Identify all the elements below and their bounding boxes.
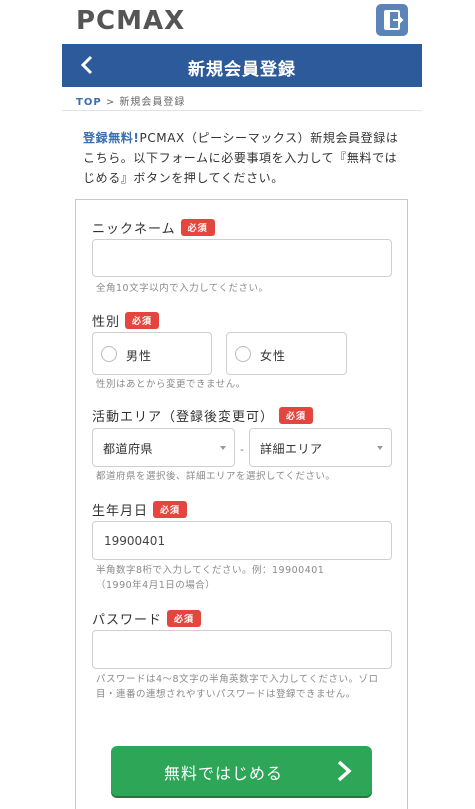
- gender-option-male[interactable]: 男性: [92, 332, 212, 375]
- radio-circle-icon[interactable]: [101, 346, 117, 362]
- required-badge: 必須: [167, 610, 202, 627]
- chevron-down-icon: [220, 446, 226, 450]
- gender-hint: 性別はあとから変更できません。: [96, 379, 246, 390]
- breadcrumb-separator: >: [105, 97, 116, 108]
- password-label-row: パスワード 必須: [92, 609, 202, 628]
- gender-female-label: 女性: [260, 349, 287, 363]
- birthday-label-row: 生年月日 必須: [92, 500, 188, 519]
- start-free-button-label: 無料ではじめる: [163, 764, 283, 783]
- gender-label-row: 性別 必須: [92, 311, 160, 330]
- breadcrumb-top-link[interactable]: TOP: [76, 97, 102, 108]
- gender-label: 性別: [92, 315, 121, 330]
- area-hint: 都道府県を選択後、詳細エリアを選択してください。: [96, 471, 336, 482]
- nickname-hint: 全角10文字以内で入力してください。: [96, 283, 269, 294]
- gender-male-label: 男性: [126, 349, 153, 363]
- password-input[interactable]: [92, 630, 392, 669]
- prefecture-select-value: 都道府県: [103, 442, 154, 456]
- logout-icon[interactable]: [376, 4, 408, 36]
- birthday-input[interactable]: 19900401: [92, 521, 392, 560]
- gender-option-female[interactable]: 女性: [226, 332, 347, 375]
- nickname-label: ニックネーム: [92, 222, 176, 237]
- password-label: パスワード: [92, 613, 163, 628]
- password-hint: パスワードは4～8文字の半角英数字で入力してください。ゾロ目・連番の連想されやす…: [96, 674, 379, 700]
- detail-area-select-value: 詳細エリア: [260, 442, 323, 456]
- page-title: 新規会員登録: [188, 60, 296, 80]
- chevron-down-icon: [377, 446, 383, 450]
- chevron-right-icon: [334, 759, 354, 783]
- birthday-label: 生年月日: [92, 504, 149, 519]
- free-label: 登録無料!: [83, 131, 140, 145]
- required-badge: 必須: [279, 407, 314, 424]
- intro-text: 登録無料!PCMAX（ピーシーマックス）新規会員登録はこちら。以下フォームに必要…: [83, 128, 403, 188]
- top-bar: PCMAX: [62, 0, 422, 44]
- nickname-input[interactable]: [92, 239, 392, 277]
- required-badge: 必須: [125, 312, 160, 329]
- prefecture-select[interactable]: 都道府県: [92, 428, 235, 467]
- area-separator: -: [240, 443, 244, 456]
- divider: [62, 110, 422, 111]
- area-label: 活動エリア（登録後変更可）: [92, 410, 275, 425]
- required-badge: 必須: [180, 219, 215, 236]
- page-header: 新規会員登録: [62, 44, 422, 87]
- radio-circle-icon[interactable]: [235, 346, 251, 362]
- breadcrumb-current: 新規会員登録: [119, 97, 186, 108]
- detail-area-select[interactable]: 詳細エリア: [249, 428, 392, 467]
- birthday-hint-line1: 半角数字8桁で入力してください。例：19900401: [96, 565, 325, 576]
- required-badge: 必須: [153, 501, 188, 518]
- start-free-button[interactable]: 無料ではじめる: [111, 746, 372, 796]
- area-label-row: 活動エリア（登録後変更可） 必須: [92, 406, 314, 425]
- birthday-hint-line2: （1990年4月1日の場合）: [96, 580, 216, 591]
- nickname-label-row: ニックネーム 必須: [92, 218, 215, 237]
- breadcrumb: TOP > 新規会員登録: [76, 93, 185, 108]
- pcmax-logo[interactable]: PCMAX: [76, 6, 185, 36]
